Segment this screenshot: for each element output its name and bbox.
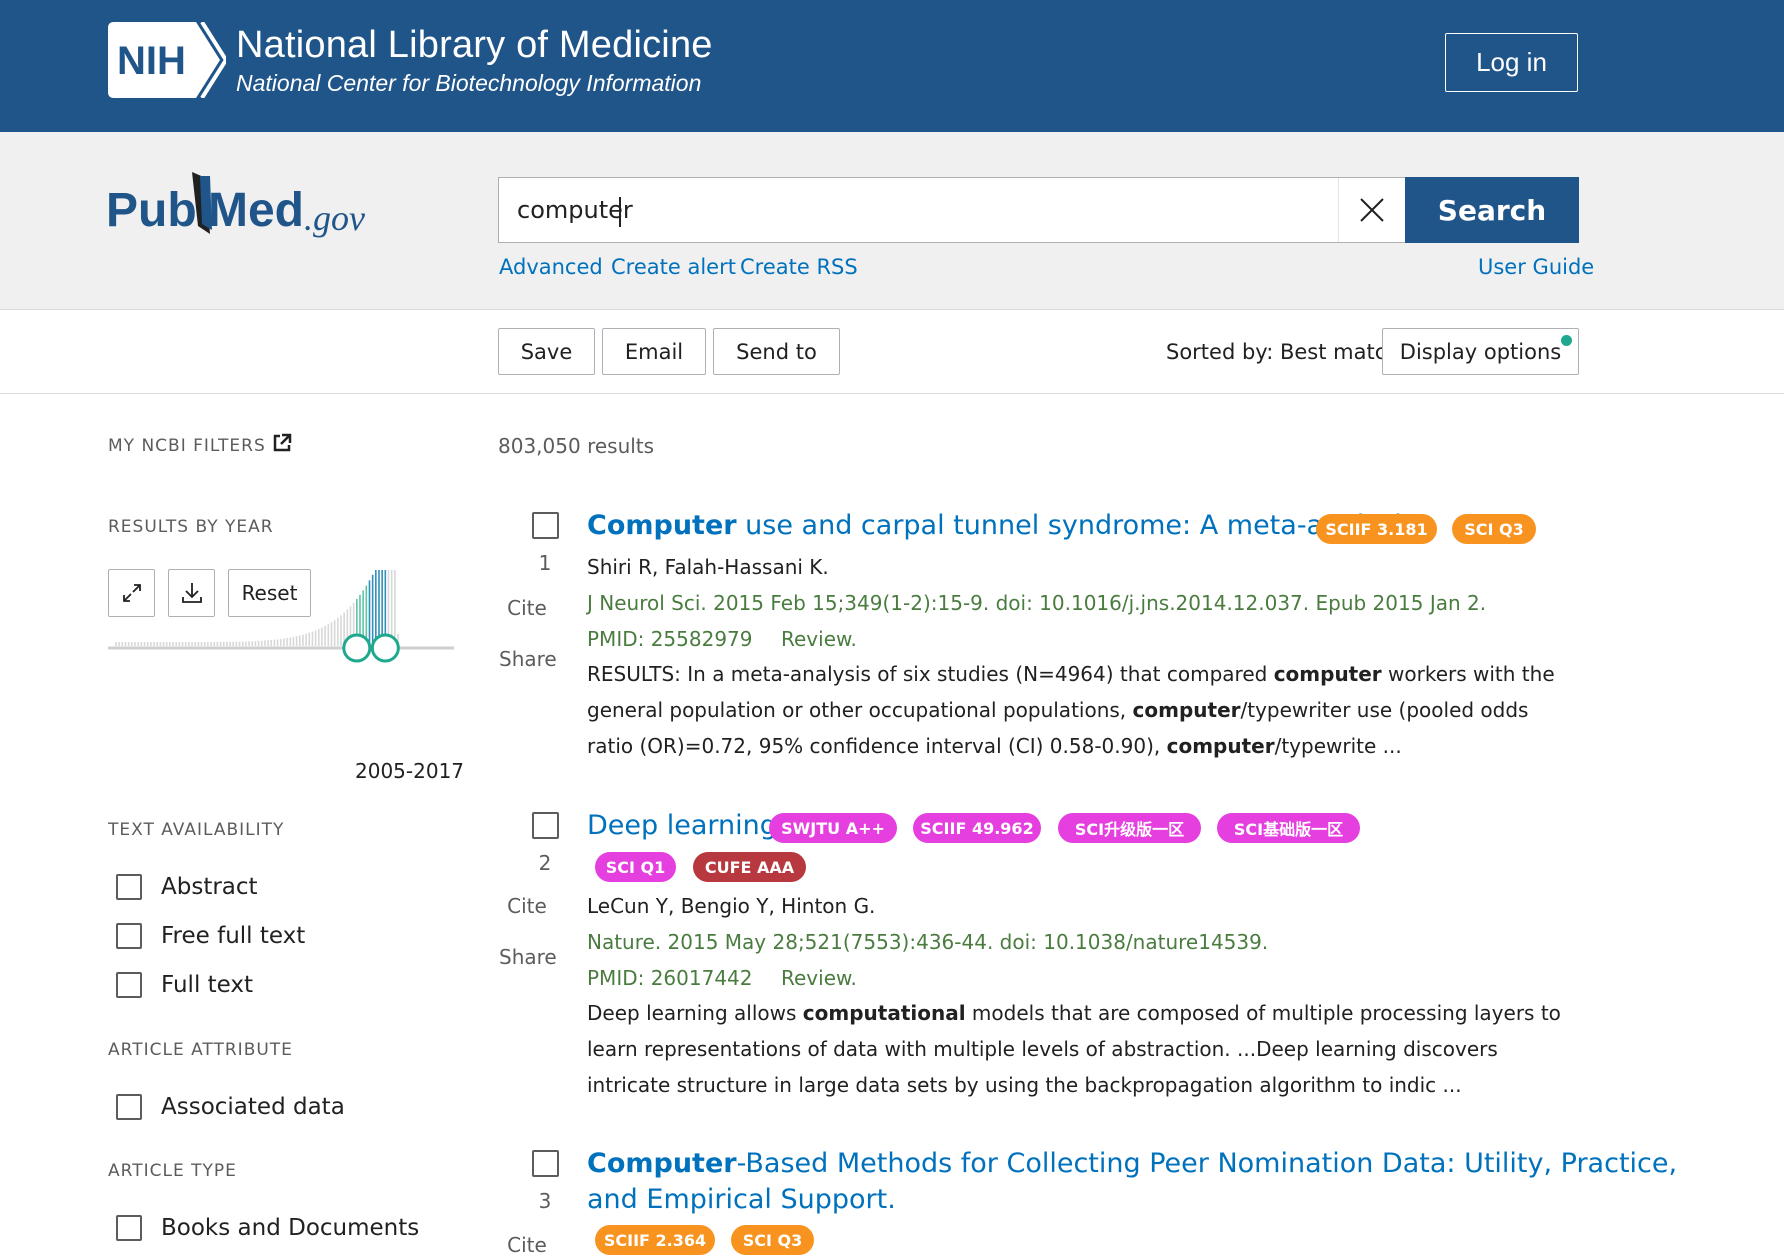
- result-title[interactable]: Computer use and carpal tunnel syndrome:…: [587, 508, 1424, 544]
- results-count: 803,050 results: [498, 434, 655, 458]
- filter-books-documents-checkbox[interactable]: [116, 1215, 142, 1241]
- svg-text:Pub: Pub: [106, 184, 197, 237]
- cas-basic-badge: SCI基础版一区: [1217, 813, 1360, 843]
- snippet-text: /typewrite ...: [1274, 734, 1402, 758]
- result-type: Review.: [781, 627, 857, 651]
- text-availability-heading: TEXT AVAILABILITY: [108, 820, 285, 840]
- cite-button[interactable]: Cite: [499, 1233, 555, 1257]
- email-button[interactable]: Email: [602, 328, 706, 375]
- result-authors: LeCun Y, Bengio Y, Hinton G.: [587, 894, 876, 918]
- filter-abstract-label[interactable]: Abstract: [161, 874, 258, 900]
- snippet-keyword: computer: [1132, 698, 1241, 722]
- my-ncbi-filters-heading: MY NCBI FILTERS: [108, 436, 266, 456]
- filter-full-text-label[interactable]: Full text: [161, 972, 253, 998]
- filter-free-full-text-label[interactable]: Free full text: [161, 923, 305, 949]
- result-title-text: Deep learning.: [587, 810, 786, 841]
- snippet-keyword: computational: [802, 1001, 966, 1025]
- article-attribute-heading: ARTICLE ATTRIBUTE: [108, 1040, 293, 1060]
- result-pmid: PMID: 25582979: [587, 627, 753, 651]
- share-button[interactable]: Share: [499, 945, 557, 969]
- filter-associated-data-label[interactable]: Associated data: [161, 1094, 345, 1120]
- result-number: 1: [538, 551, 552, 575]
- result-snippet: RESULTS: In a meta-analysis of six studi…: [587, 656, 1567, 764]
- filter-full-text-checkbox[interactable]: [116, 972, 142, 998]
- impact-badge: SCIIF 2.364: [595, 1225, 715, 1255]
- impact-badge: SCIIF 49.962: [913, 813, 1041, 843]
- nih-logo-text: NIH: [117, 39, 186, 83]
- search-button[interactable]: Search: [1405, 177, 1579, 243]
- sort-label[interactable]: Sorted by: Best match: [1166, 340, 1400, 364]
- pubmed-logo-suffix: .gov: [304, 198, 365, 238]
- result-title[interactable]: Computer-Based Methods for Collecting Pe…: [587, 1146, 1677, 1182]
- year-start-handle[interactable]: [342, 633, 372, 663]
- cite-button[interactable]: Cite: [499, 894, 555, 918]
- result-pmid: PMID: 26017442: [587, 966, 753, 990]
- result-title[interactable]: Deep learning.: [587, 808, 785, 844]
- pubmed-logo[interactable]: Pub Med .gov: [106, 168, 386, 248]
- result-checkbox[interactable]: [532, 512, 559, 539]
- result-title-keyword: Computer: [587, 510, 737, 541]
- result-title-line2[interactable]: and Empirical Support.: [587, 1182, 896, 1218]
- result-checkbox[interactable]: [532, 812, 559, 839]
- result-citation: Nature. 2015 May 28;521(7553):436-44. do…: [587, 930, 1269, 954]
- result-title-keyword: Computer: [587, 1148, 737, 1179]
- site-title[interactable]: National Library of Medicine: [236, 24, 713, 67]
- result-number: 3: [538, 1189, 552, 1213]
- result-checkbox[interactable]: [532, 1150, 559, 1177]
- login-button[interactable]: Log in: [1445, 33, 1578, 92]
- share-button[interactable]: Share: [499, 647, 557, 671]
- year-range-label: 2005-2017: [355, 759, 465, 783]
- journal-rank-badge: SWJTU A++: [769, 813, 897, 843]
- notification-dot: [1561, 335, 1572, 346]
- nih-logo[interactable]: NIH: [108, 22, 226, 98]
- send-to-button[interactable]: Send to: [713, 328, 840, 375]
- filter-books-documents-label[interactable]: Books and Documents: [161, 1215, 419, 1241]
- create-rss-link[interactable]: Create RSS: [740, 255, 858, 279]
- result-snippet: Deep learning allows computational model…: [587, 995, 1567, 1103]
- create-alert-link[interactable]: Create alert: [611, 255, 736, 279]
- advanced-search-link[interactable]: Advanced: [499, 255, 603, 279]
- result-authors: Shiri R, Falah-Hassani K.: [587, 555, 829, 579]
- external-link-icon[interactable]: [272, 433, 292, 453]
- impact-badge: SCIIF 3.181: [1316, 514, 1437, 544]
- snippet-keyword: computer: [1166, 734, 1275, 758]
- filter-abstract-checkbox[interactable]: [116, 874, 142, 900]
- result-number: 2: [538, 851, 552, 875]
- filter-free-full-text-checkbox[interactable]: [116, 923, 142, 949]
- clear-search-button[interactable]: [1338, 178, 1404, 242]
- filter-associated-data-checkbox[interactable]: [116, 1094, 142, 1120]
- snippet-text: Deep learning allows: [587, 1001, 803, 1025]
- quartile-badge: SCI Q3: [1452, 514, 1536, 544]
- svg-text:Med: Med: [208, 184, 304, 237]
- search-box: [498, 177, 1406, 243]
- close-icon: [1359, 198, 1384, 222]
- result-citation: J Neurol Sci. 2015 Feb 15;349(1-2):15-9.…: [587, 591, 1487, 615]
- site-subtitle: National Center for Biotechnology Inform…: [236, 70, 702, 96]
- cufe-badge: CUFE AAA: [693, 852, 806, 882]
- cas-upgrade-badge: SCI升级版一区: [1058, 813, 1201, 843]
- year-end-handle[interactable]: [370, 633, 400, 663]
- display-options-button[interactable]: Display options: [1382, 328, 1579, 375]
- quartile-badge: SCI Q1: [595, 852, 676, 882]
- snippet-text: RESULTS: In a meta-analysis of six studi…: [587, 662, 1274, 686]
- cite-button[interactable]: Cite: [499, 596, 555, 620]
- save-button[interactable]: Save: [498, 328, 595, 375]
- results-by-year-chart[interactable]: [108, 570, 454, 760]
- text-caret: [619, 197, 621, 227]
- user-guide-link[interactable]: User Guide: [1478, 255, 1594, 279]
- result-title-text: -Based Methods for Collecting Peer Nomin…: [736, 1148, 1678, 1179]
- article-type-heading: ARTICLE TYPE: [108, 1161, 237, 1181]
- search-input[interactable]: [517, 178, 1317, 242]
- snippet-keyword: computer: [1273, 662, 1382, 686]
- result-type: Review.: [781, 966, 857, 990]
- quartile-badge: SCI Q3: [731, 1225, 814, 1255]
- results-by-year-heading: RESULTS BY YEAR: [108, 517, 274, 537]
